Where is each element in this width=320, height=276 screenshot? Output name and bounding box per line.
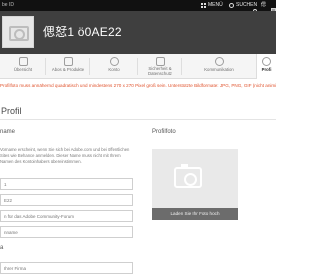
last-name-field[interactable] (0, 194, 133, 206)
first-name-field[interactable] (0, 178, 133, 190)
tab-profile[interactable]: Profi (256, 54, 276, 79)
tab-label: Profi (261, 67, 272, 72)
nickname-field[interactable] (0, 226, 133, 238)
brand-label[interactable]: be ID (2, 0, 14, 11)
tab-label: Kommunikation (204, 67, 234, 72)
camera-icon (174, 164, 202, 188)
profile-photo-box[interactable]: Laden Sie Ihr Foto hoch (152, 149, 238, 220)
tab-plans-products[interactable]: Abos & Produkte (46, 54, 90, 79)
company-section-label: a (0, 245, 4, 251)
grid-menu-icon (201, 3, 206, 8)
upload-photo-button[interactable]: Laden Sie Ihr Foto hoch (152, 208, 238, 220)
user-icon (262, 57, 271, 66)
gear-icon (109, 57, 119, 66)
account-tabs: Übersicht Abos & Produkte Konto Sicherhe… (0, 54, 276, 79)
profile-avatar[interactable] (2, 16, 34, 48)
tab-label: Abos & Produkte (51, 67, 85, 72)
tab-label: Konto (108, 67, 120, 72)
name-section-label: name (0, 129, 16, 135)
shield-icon (155, 57, 165, 66)
company-field[interactable] (0, 262, 133, 274)
error-notice: Profilfoto muss annähernd quadratisch un… (0, 83, 276, 88)
top-navigation-bar: be ID MENÜ SUCHEN 偲恏1 (0, 0, 276, 19)
tab-communication[interactable]: Kommunikation (182, 54, 256, 79)
divider (0, 119, 276, 120)
name-description: Vorname erscheint, wenn Sie sich bei Ado… (0, 147, 130, 164)
menu-label: MENÜ (208, 2, 223, 8)
photo-section-label: Profilfoto (152, 129, 176, 135)
menu-button[interactable]: MENÜ (201, 0, 223, 11)
tab-label: Sicherheit & Datenschutz (148, 66, 172, 76)
page-title: Profil (1, 106, 22, 116)
forum-name-field[interactable] (0, 210, 133, 222)
tab-overview[interactable]: Übersicht (0, 54, 46, 79)
box-icon (63, 57, 73, 66)
grid-icon (18, 57, 28, 66)
search-icon (229, 3, 234, 8)
chat-icon (214, 57, 224, 66)
tab-label: Übersicht (13, 67, 33, 72)
account-name: 偲恏1 ö0AE22 (43, 25, 122, 39)
tab-security-privacy[interactable]: Sicherheit & Datenschutz (138, 54, 182, 79)
tab-account[interactable]: Konto (90, 54, 138, 79)
account-header: 偲恏1 ö0AE22 (0, 11, 276, 54)
